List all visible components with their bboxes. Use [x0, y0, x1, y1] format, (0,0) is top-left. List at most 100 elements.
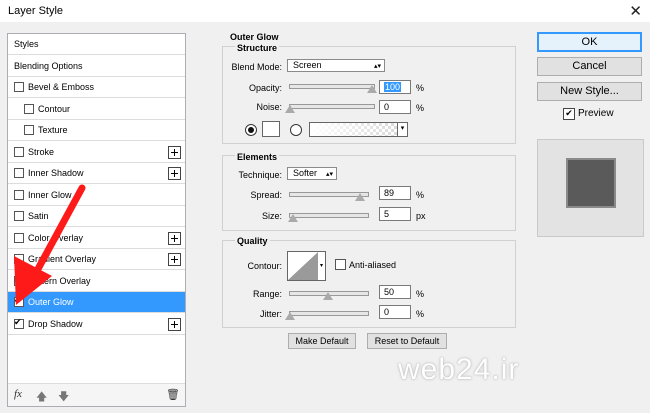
- fx-button[interactable]: fx: [14, 388, 22, 400]
- sidebar-item-label: Bevel & Emboss: [28, 82, 95, 92]
- sidebar-item-label: Texture: [38, 125, 68, 135]
- style-checkbox[interactable]: [14, 168, 24, 178]
- sidebar-item-satin[interactable]: Satin: [8, 206, 185, 227]
- panel-header: Outer Glow: [230, 32, 279, 42]
- style-checkbox[interactable]: [14, 295, 24, 307]
- add-style-icon[interactable]: [168, 253, 181, 266]
- blend-mode-select[interactable]: Screen ▴▾: [287, 59, 385, 72]
- noise-input[interactable]: 0: [379, 100, 411, 114]
- glow-gradient-swatch[interactable]: [309, 122, 407, 137]
- size-unit: px: [416, 211, 426, 221]
- new-style-button[interactable]: New Style...: [537, 82, 642, 101]
- blend-mode-label: Blend Mode:: [231, 62, 282, 72]
- cancel-button[interactable]: Cancel: [537, 57, 642, 76]
- range-slider-thumb[interactable]: [323, 292, 333, 300]
- sidebar-item-label: Color Overlay: [28, 232, 84, 243]
- sidebar-item-label: Contour: [38, 103, 71, 114]
- sidebar-item-contour[interactable]: Contour: [8, 99, 185, 120]
- add-style-icon[interactable]: [168, 167, 181, 180]
- gradient-dropdown-icon[interactable]: ▾: [397, 122, 408, 137]
- close-icon[interactable]: ✕: [629, 2, 642, 20]
- structure-title: Structure: [235, 43, 280, 53]
- sidebar-item-label: Satin: [28, 211, 49, 221]
- color-radio[interactable]: [245, 124, 257, 136]
- style-checkbox[interactable]: [24, 103, 34, 114]
- style-checkbox[interactable]: [14, 232, 24, 243]
- elements-title: Elements: [235, 152, 280, 162]
- opacity-label: Opacity:: [248, 83, 282, 93]
- spread-label: Spread:: [250, 190, 282, 200]
- trash-icon[interactable]: 🗑: [166, 388, 180, 401]
- technique-select[interactable]: Softer ▴▾: [287, 167, 337, 180]
- noise-slider[interactable]: [289, 104, 375, 109]
- sidebar-item-label: Outer Glow: [28, 297, 74, 307]
- sidebar-item-styles[interactable]: Styles: [8, 34, 185, 55]
- gradient-radio[interactable]: [290, 124, 302, 136]
- noise-slider-thumb[interactable]: [285, 105, 295, 113]
- contour-curve-icon: [288, 252, 318, 280]
- preview-checkbox[interactable]: ✔: [563, 108, 575, 120]
- style-checkbox[interactable]: [14, 317, 24, 329]
- technique-value: Softer: [293, 168, 318, 178]
- range-unit: %: [416, 289, 425, 299]
- make-default-button[interactable]: Make Default: [288, 333, 356, 349]
- style-checkbox[interactable]: [24, 125, 34, 135]
- sidebar-item-blending-options[interactable]: Blending Options: [8, 56, 185, 77]
- sidebar-item-pattern-overlay[interactable]: Pattern Overlay: [8, 271, 185, 292]
- add-style-icon[interactable]: [168, 231, 181, 245]
- size-slider-thumb[interactable]: [288, 214, 298, 222]
- sidebar-item-outer-glow[interactable]: Outer Glow: [8, 292, 185, 313]
- size-input[interactable]: 5: [379, 207, 411, 221]
- style-checkbox[interactable]: [14, 146, 24, 157]
- size-slider[interactable]: [289, 213, 369, 218]
- spread-input[interactable]: 89: [379, 186, 411, 200]
- style-checkbox[interactable]: [14, 254, 24, 264]
- spread-unit: %: [416, 190, 425, 200]
- title-bar: Layer Style ✕: [0, 0, 650, 22]
- range-label: Range:: [252, 289, 282, 299]
- sidebar-item-stroke[interactable]: Stroke: [8, 142, 185, 163]
- sidebar-item-inner-glow[interactable]: Inner Glow: [8, 185, 185, 206]
- sidebar-item-bevel-emboss[interactable]: Bevel & Emboss: [8, 77, 185, 98]
- styles-list: fx 🡅 🡇 🗑 Styles Blending Options Bevel & E…: [7, 33, 186, 407]
- arrow-down-icon[interactable]: 🡇: [58, 388, 69, 407]
- contour-dropdown-icon[interactable]: ▾: [318, 251, 326, 281]
- opacity-slider[interactable]: [289, 84, 375, 89]
- jitter-input[interactable]: 0: [379, 305, 411, 319]
- chevron-updown-icon: ▴▾: [373, 63, 381, 70]
- sidebar-item-label: Stroke: [28, 146, 55, 157]
- sidebar-item-texture[interactable]: Texture: [8, 120, 185, 141]
- contour-preview[interactable]: [287, 251, 319, 281]
- style-checkbox[interactable]: [14, 275, 24, 286]
- window-title: Layer Style: [8, 5, 64, 17]
- style-checkbox[interactable]: [14, 82, 24, 92]
- range-input[interactable]: 50: [379, 285, 411, 299]
- opacity-slider-thumb[interactable]: [367, 85, 377, 93]
- sidebar-item-gradient-overlay[interactable]: Gradient Overlay: [8, 249, 185, 270]
- jitter-unit: %: [416, 309, 425, 319]
- contour-label: Contour:: [247, 261, 282, 271]
- spread-slider-thumb[interactable]: [355, 193, 365, 201]
- opacity-value: 100: [384, 82, 402, 92]
- sidebar-item-label: Gradient Overlay: [28, 254, 97, 264]
- sidebar-item-inner-shadow[interactable]: Inner Shadow: [8, 163, 185, 184]
- add-style-icon[interactable]: [168, 317, 181, 331]
- anti-aliased-label: Anti-aliased: [349, 260, 397, 270]
- style-checkbox[interactable]: [14, 211, 24, 221]
- jitter-slider-thumb[interactable]: [285, 312, 295, 320]
- opacity-input[interactable]: 100: [379, 80, 411, 94]
- add-style-icon[interactable]: [168, 145, 181, 159]
- size-label: Size:: [261, 211, 282, 221]
- reset-default-button[interactable]: Reset to Default: [367, 333, 447, 349]
- anti-aliased-checkbox[interactable]: [335, 259, 346, 270]
- styles-list-footer: fx 🡅 🡇 🗑: [8, 383, 185, 406]
- style-checkbox[interactable]: [14, 189, 24, 200]
- jitter-slider[interactable]: [289, 311, 369, 316]
- glow-color-swatch[interactable]: [262, 121, 280, 137]
- sidebar-item-color-overlay[interactable]: Color Overlay: [8, 228, 185, 249]
- ok-button[interactable]: OK: [537, 32, 642, 52]
- preview-label: Preview: [578, 108, 614, 119]
- sidebar-item-drop-shadow[interactable]: Drop Shadow: [8, 314, 185, 335]
- arrow-up-icon[interactable]: 🡅: [36, 388, 47, 407]
- sidebar-item-label: Drop Shadow: [28, 318, 83, 329]
